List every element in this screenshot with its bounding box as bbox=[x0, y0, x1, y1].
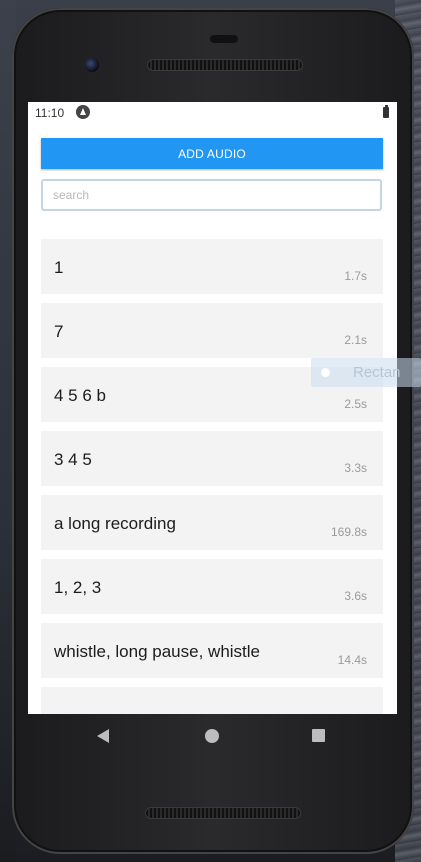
list-item[interactable]: a long recording 169.8s bbox=[41, 495, 383, 550]
earpiece-speaker bbox=[148, 60, 302, 70]
search-input[interactable] bbox=[41, 179, 382, 211]
recording-duration: 3.3s bbox=[344, 461, 367, 475]
status-time: 11:10 bbox=[35, 106, 65, 120]
app-screen: 11:10 ADD AUDIO 1 1.7s 7 2.1s 4 5 6 b 2.… bbox=[28, 102, 397, 714]
nav-recent-apps-icon[interactable] bbox=[312, 729, 325, 742]
battery-icon bbox=[383, 105, 389, 118]
recording-title: a long recording bbox=[54, 514, 176, 533]
recordings-list: 1 1.7s 7 2.1s 4 5 6 b 2.5s 3 4 5 3.3s a … bbox=[41, 239, 383, 714]
nav-home-icon[interactable] bbox=[205, 729, 219, 743]
recording-title: 7 bbox=[54, 322, 64, 341]
nav-back-icon[interactable] bbox=[97, 729, 109, 743]
status-bar: 11:10 bbox=[28, 102, 397, 124]
bottom-speaker bbox=[146, 808, 300, 818]
recording-duration: 2.5s bbox=[344, 397, 367, 411]
list-item[interactable]: 1 1.7s bbox=[41, 239, 383, 294]
recording-title: 1, 2, 3 bbox=[54, 578, 102, 597]
recording-duration: 2.1s bbox=[344, 333, 367, 347]
recording-title: 4 5 6 b bbox=[54, 386, 106, 405]
add-audio-button[interactable]: ADD AUDIO bbox=[41, 138, 383, 169]
recording-duration: 3.6s bbox=[344, 589, 367, 603]
record-dot-icon bbox=[321, 368, 330, 377]
overlay-label: Rectan bbox=[353, 364, 401, 381]
list-item[interactable]: 1, 2, 3 3.6s bbox=[41, 559, 383, 614]
front-camera-icon bbox=[85, 58, 99, 72]
recording-title: 3 4 5 bbox=[54, 450, 92, 469]
list-item[interactable]: 3 4 5 3.3s bbox=[41, 431, 383, 486]
list-item[interactable] bbox=[41, 687, 383, 714]
recording-duration: 169.8s bbox=[330, 525, 367, 539]
list-item[interactable]: 7 2.1s bbox=[41, 303, 383, 358]
recording-title: whistle, long pause, whistle bbox=[54, 642, 261, 661]
top-notch bbox=[210, 35, 238, 43]
recording-title: 1 bbox=[54, 258, 64, 277]
android-app-icon bbox=[76, 105, 90, 119]
recording-duration: 14.4s bbox=[337, 653, 367, 667]
recording-duration: 1.7s bbox=[344, 269, 367, 283]
list-item[interactable]: whistle, long pause, whistle 14.4s bbox=[41, 623, 383, 678]
overlay-tooltip: Rectan bbox=[311, 358, 421, 387]
